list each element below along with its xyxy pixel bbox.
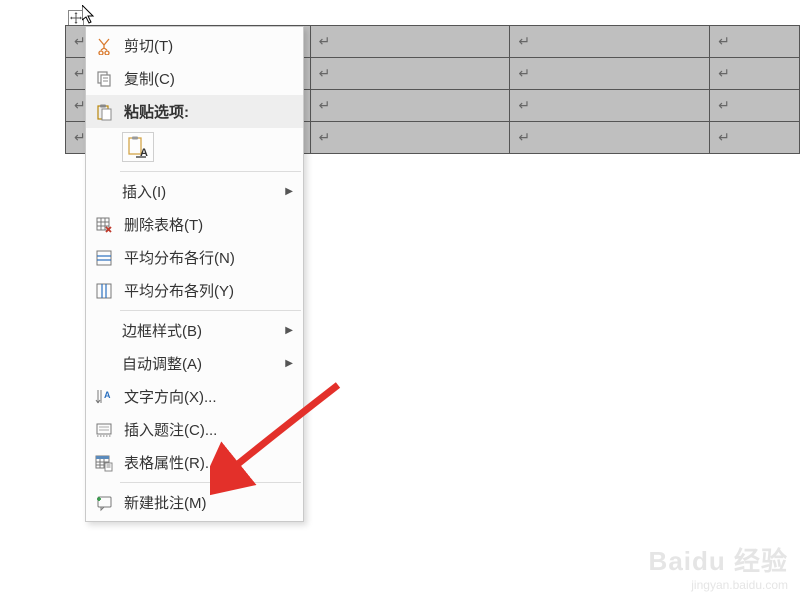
table-cell[interactable]: ↵ (510, 58, 710, 90)
chevron-right-icon: ▶ (285, 186, 293, 197)
menu-delete-table[interactable]: 删除表格(T) (86, 208, 303, 241)
menu-label: 插入题注(C)... (124, 419, 297, 440)
menu-label: 删除表格(T) (124, 214, 297, 235)
menu-cut[interactable]: 剪切(T) (86, 29, 303, 62)
svg-text:A: A (104, 390, 111, 400)
new-comment-icon (92, 491, 116, 515)
table-cell[interactable]: ↵ (310, 26, 510, 58)
table-cell[interactable]: ↵ (710, 58, 800, 90)
table-cell[interactable]: ↵ (710, 90, 800, 122)
menu-label: 边框样式(B) (122, 320, 285, 341)
table-cell[interactable]: ↵ (710, 122, 800, 154)
menu-label: 文字方向(X)... (124, 386, 297, 407)
menu-separator (120, 171, 301, 172)
table-cell[interactable]: ↵ (710, 26, 800, 58)
menu-label: 剪切(T) (124, 35, 297, 56)
menu-border-styles[interactable]: 边框样式(B) ▶ (86, 314, 303, 347)
table-cell[interactable]: ↵ (310, 58, 510, 90)
menu-new-comment[interactable]: 新建批注(M) (86, 486, 303, 519)
table-cell[interactable]: ↵ (310, 122, 510, 154)
caption-icon (92, 418, 116, 442)
menu-label: 平均分布各行(N) (124, 247, 297, 268)
menu-text-direction[interactable]: A 文字方向(X)... (86, 380, 303, 413)
paste-option-row: A (86, 128, 303, 168)
menu-paste-options[interactable]: 粘贴选项: (86, 95, 303, 128)
watermark-main: Baidu 经验 (649, 541, 788, 578)
menu-label: 新建批注(M) (124, 492, 297, 513)
menu-label: 自动调整(A) (122, 353, 285, 374)
watermark-sub: jingyan.baidu.com (649, 578, 788, 592)
mouse-cursor (82, 5, 98, 25)
menu-label: 复制(C) (124, 68, 297, 89)
copy-icon (92, 67, 116, 91)
clipboard-icon (92, 100, 116, 124)
delete-table-icon (92, 213, 116, 237)
text-direction-icon: A (92, 385, 116, 409)
menu-insert[interactable]: 插入(I) ▶ (86, 175, 303, 208)
paste-keep-text-only-button[interactable]: A (122, 132, 154, 162)
distribute-cols-icon (92, 279, 116, 303)
menu-label: 平均分布各列(Y) (124, 280, 297, 301)
table-cell[interactable]: ↵ (510, 26, 710, 58)
chevron-right-icon: ▶ (285, 325, 293, 336)
scissors-icon (92, 34, 116, 58)
menu-label: 插入(I) (122, 181, 285, 202)
menu-distribute-rows[interactable]: 平均分布各行(N) (86, 241, 303, 274)
chevron-right-icon: ▶ (285, 358, 293, 369)
menu-insert-caption[interactable]: 插入题注(C)... (86, 413, 303, 446)
menu-separator (120, 482, 301, 483)
table-properties-icon (92, 451, 116, 475)
menu-table-properties[interactable]: 表格属性(R)... (86, 446, 303, 479)
watermark: Baidu 经验 jingyan.baidu.com (649, 541, 788, 592)
table-cell[interactable]: ↵ (310, 90, 510, 122)
menu-autofit[interactable]: 自动调整(A) ▶ (86, 347, 303, 380)
table-cell[interactable]: ↵ (510, 90, 710, 122)
menu-distribute-cols[interactable]: 平均分布各列(Y) (86, 274, 303, 307)
menu-separator (120, 310, 301, 311)
menu-label: 粘贴选项: (124, 101, 297, 122)
distribute-rows-icon (92, 246, 116, 270)
table-cell[interactable]: ↵ (510, 122, 710, 154)
menu-copy[interactable]: 复制(C) (86, 62, 303, 95)
menu-label: 表格属性(R)... (124, 452, 297, 473)
context-menu: 剪切(T) 复制(C) 粘贴选项: A 插入(I) ▶ 删除表 (85, 26, 304, 522)
